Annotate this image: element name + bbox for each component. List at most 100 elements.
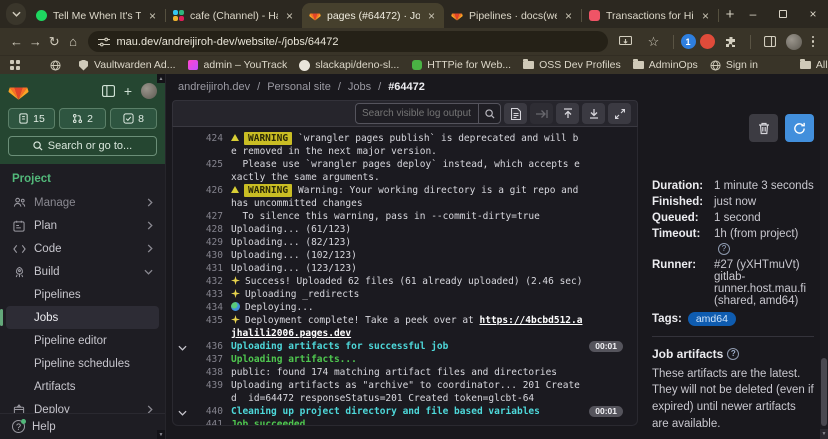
log-collapse-icon[interactable] [175, 223, 189, 236]
install-icon[interactable] [614, 31, 638, 53]
log-line-number[interactable]: 429 [197, 236, 223, 249]
log-line-number[interactable]: 439 [197, 379, 223, 405]
log-collapse-icon[interactable] [175, 288, 189, 301]
breadcrumb-item[interactable]: andreijiroh.dev [178, 81, 250, 93]
apps-shortcut[interactable] [10, 60, 20, 70]
window-maximize-button[interactable] [768, 0, 798, 28]
tab-search-chevron-button[interactable] [6, 3, 26, 25]
sidebar-scrollbar[interactable]: ▲ ▼ [157, 74, 165, 439]
bookmark-item[interactable]: admin – YouTrack [188, 59, 288, 71]
sidebar-item-build[interactable]: Build [6, 260, 159, 283]
log-line-number[interactable]: 425 [197, 158, 223, 184]
log-line-number[interactable]: 433 [197, 288, 223, 301]
new-tab-button[interactable]: + [722, 2, 738, 26]
log-collapse-icon[interactable] [175, 340, 189, 353]
address-bar[interactable]: mau.dev/andreijiroh-dev/website/-/jobs/6… [88, 31, 608, 52]
gitlab-logo[interactable] [8, 81, 29, 101]
log-search[interactable] [355, 103, 501, 124]
tab-close-icon[interactable]: × [426, 9, 437, 23]
sidebar-item-pipeline-schedules[interactable]: Pipeline schedules [6, 352, 159, 375]
show-raw-log-button[interactable] [504, 103, 527, 124]
log-collapse-icon[interactable] [175, 184, 189, 210]
log-collapse-icon[interactable] [175, 249, 189, 262]
reload-button[interactable]: ↻ [46, 31, 63, 53]
log-line-number[interactable]: 426 [197, 184, 223, 210]
extensions-puzzle-icon[interactable] [719, 31, 743, 53]
forward-button[interactable]: → [27, 31, 44, 53]
log-collapse-icon[interactable] [175, 379, 189, 405]
sidebar-counter-todos[interactable]: 8 [110, 108, 157, 129]
log-collapse-icon[interactable] [175, 236, 189, 249]
log-line-number[interactable]: 424 [197, 132, 223, 158]
fullscreen-button[interactable] [608, 103, 631, 124]
log-line-number[interactable]: 438 [197, 366, 223, 379]
log-search-input[interactable] [356, 108, 478, 119]
browser-tab[interactable]: Transactions for High Sea × [581, 3, 718, 28]
browser-menu-icon[interactable] [806, 36, 821, 48]
log-line-number[interactable]: 441 [197, 418, 223, 426]
erase-job-log-button[interactable] [749, 114, 778, 142]
question-icon[interactable]: ? [718, 243, 730, 255]
log-line-number[interactable]: 435 [197, 314, 223, 340]
breadcrumb-item[interactable]: Jobs [348, 81, 371, 93]
browser-profile-avatar[interactable] [786, 34, 802, 50]
retry-job-button[interactable] [785, 114, 814, 142]
sidebar-item-code[interactable]: Code [6, 237, 159, 260]
log-collapse-icon[interactable] [175, 301, 189, 314]
sidebar-item-jobs[interactable]: Jobs [6, 306, 159, 329]
bookmark-item[interactable]: HTTPie for Web... [411, 59, 511, 71]
log-collapse-icon[interactable] [175, 366, 189, 379]
question-icon[interactable]: ? [727, 348, 739, 360]
scroll-to-bottom-button[interactable] [582, 103, 605, 124]
log-line-number[interactable]: 432 [197, 275, 223, 288]
sidebar-help-button[interactable]: ? Help [0, 413, 165, 439]
sidebar-counter-merge-requests[interactable]: 2 [59, 108, 106, 129]
all-bookmarks-button[interactable]: All Bookmarks [800, 59, 828, 71]
extension-icon[interactable] [700, 34, 715, 49]
log-collapse-icon[interactable] [175, 158, 189, 184]
log-line-number[interactable]: 428 [197, 223, 223, 236]
bookmark-star-icon[interactable]: ☆ [642, 31, 666, 53]
sidebar-item-pipelines[interactable]: Pipelines [6, 283, 159, 306]
breadcrumb-item[interactable]: Personal site [267, 81, 331, 93]
side-panel-icon[interactable] [758, 31, 782, 53]
log-line-number[interactable]: 430 [197, 249, 223, 262]
browser-tab[interactable]: pages (#64472) · Jobs · an × [302, 3, 444, 28]
log-collapse-icon[interactable] [175, 275, 189, 288]
window-close-button[interactable]: × [798, 0, 828, 28]
page-scrollbar[interactable]: ▼ [820, 100, 828, 439]
log-collapse-icon[interactable] [175, 210, 189, 223]
site-settings-icon[interactable] [98, 37, 110, 47]
back-button[interactable]: ← [8, 31, 25, 53]
bookmark-item[interactable]: AdminOps [633, 59, 698, 71]
search-icon[interactable] [478, 104, 500, 123]
sidebar-item-plan[interactable]: Plan [6, 214, 159, 237]
home-button[interactable]: ⌂ [65, 31, 82, 53]
scroll-to-top-button[interactable] [556, 103, 579, 124]
browser-tab[interactable]: Pipelines · docs(website): × [444, 3, 581, 28]
sidebar-item-artifacts[interactable]: Artifacts [6, 375, 159, 398]
browser-tab[interactable]: cafe (Channel) - Hack Club × [165, 3, 302, 28]
log-line-number[interactable]: 434 [197, 301, 223, 314]
sidebar-toggle-icon[interactable] [102, 85, 115, 97]
user-avatar[interactable] [141, 83, 157, 99]
sidebar-counter-issues[interactable]: 15 [8, 108, 55, 129]
window-minimize-button[interactable]: – [738, 0, 768, 28]
log-line-number[interactable]: 440 [197, 405, 223, 418]
log-line-number[interactable]: 427 [197, 210, 223, 223]
sidebar-item-manage[interactable]: Manage [6, 191, 159, 214]
log-collapse-icon[interactable] [175, 405, 189, 418]
bookmark-item[interactable]: OSS Dev Profiles [523, 59, 621, 71]
job-log[interactable]: 424 WARNING`wrangler pages publish` is d… [172, 127, 638, 426]
sidebar-item-deploy[interactable]: Deploy [6, 398, 159, 413]
tab-close-icon[interactable]: × [700, 9, 711, 23]
tab-close-icon[interactable]: × [284, 9, 295, 23]
bookmark-item[interactable]: Sign in [710, 59, 758, 71]
tab-close-icon[interactable]: × [147, 9, 158, 23]
log-line-number[interactable]: 437 [197, 353, 223, 366]
log-collapse-icon[interactable] [175, 353, 189, 366]
log-line-number[interactable]: 436 [197, 340, 223, 353]
log-collapse-icon[interactable] [175, 132, 189, 158]
bookmark-item[interactable] [50, 60, 66, 71]
log-collapse-icon[interactable] [175, 262, 189, 275]
